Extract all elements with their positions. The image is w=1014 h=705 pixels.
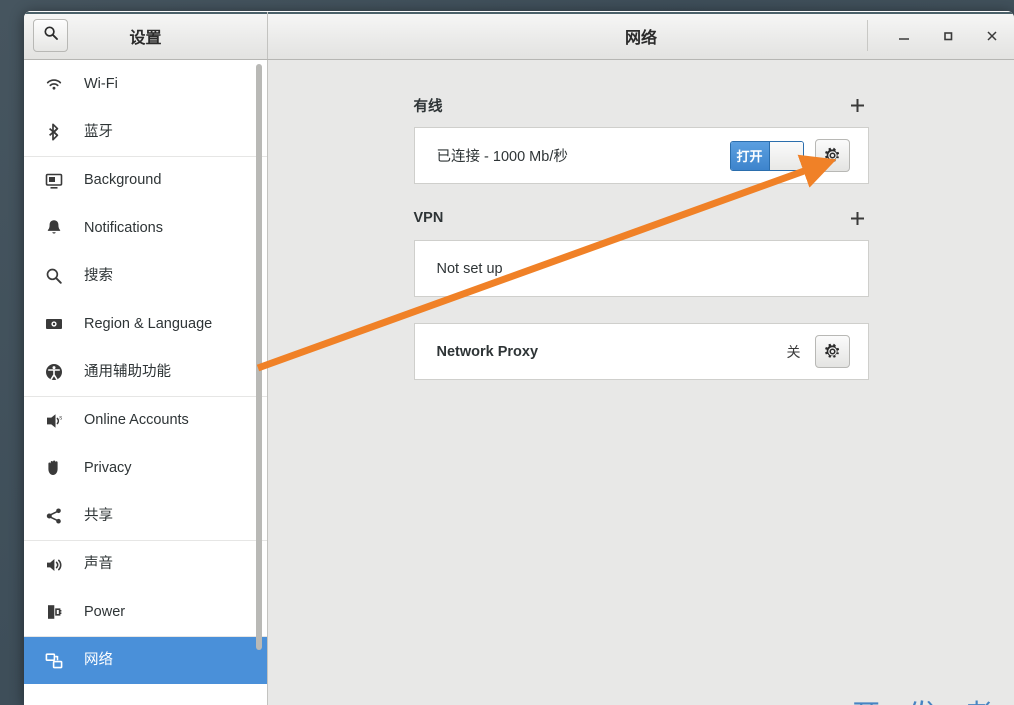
sidebar-item-label: 共享 (84, 507, 113, 524)
minimize-button[interactable] (882, 21, 926, 51)
sidebar-item-label: Background (84, 172, 162, 189)
sidebar-item-label: 蓝牙 (84, 123, 113, 140)
minimize-icon (899, 37, 909, 40)
bluetooth-icon (43, 122, 65, 142)
sidebar-item-[interactable]: 声音 (24, 540, 267, 588)
background-icon (43, 171, 65, 191)
sidebar-list: Wi-Fi 蓝牙 Background Notifications 搜索 Region &… (24, 60, 267, 684)
sidebar-item-label: 网络 (84, 652, 113, 669)
search-icon (43, 266, 65, 286)
sidebar-item-notifications[interactable]: Notifications (24, 204, 267, 252)
sidebar-item-label: Privacy (84, 459, 132, 476)
titlebar-right-pane: 网络 (268, 12, 1014, 59)
sidebar-item-background[interactable]: Background (24, 156, 267, 204)
wired-toggle[interactable]: 打开 (729, 140, 804, 171)
window-controls (867, 20, 1014, 51)
content-area: 有线 已连接 - 1000 Mb/秒 打开 VPN Not set up Net… (268, 60, 1014, 705)
wired-section-header: 有线 (414, 95, 869, 115)
plus-icon (851, 211, 864, 225)
sidebar-item-power[interactable]: Power (24, 588, 267, 636)
sidebar-item-online-accounts[interactable]: s Online Accounts (24, 396, 267, 444)
vpn-status-label: Not set up (436, 260, 503, 277)
settings-window: 设置 网络 Wi-Fi 蓝牙 Background Notifications … (24, 11, 1014, 705)
accessibility-icon (43, 362, 65, 382)
watermark-developer-cn: 开 发 者 (852, 692, 1002, 705)
flag-icon (43, 314, 65, 334)
sidebar: Wi-Fi 蓝牙 Background Notifications 搜索 Region &… (24, 60, 268, 705)
add-vpn-button[interactable] (847, 207, 869, 229)
sidebar-scrollbar[interactable] (256, 64, 262, 650)
gear-icon (824, 343, 839, 358)
share-icon (43, 506, 65, 526)
plus-icon (851, 98, 864, 112)
sidebar-item-[interactable]: 共享 (24, 492, 267, 540)
hand-icon (43, 458, 65, 478)
sidebar-item-label: Online Accounts (84, 412, 189, 429)
wired-section-title: 有线 (413, 98, 443, 115)
sidebar-item-[interactable]: 网络 (24, 636, 267, 684)
sidebar-item-[interactable]: 通用辅助功能 (24, 348, 267, 396)
online-accounts-icon: s (43, 411, 65, 431)
sidebar-item-label: 搜索 (84, 267, 113, 284)
search-button[interactable] (33, 19, 68, 52)
sidebar-item-[interactable]: 搜索 (24, 252, 267, 300)
svg-text:s: s (59, 415, 62, 421)
sidebar-item-[interactable]: 蓝牙 (24, 108, 267, 156)
sidebar-item-label: 声音 (84, 556, 113, 573)
search-icon (43, 25, 59, 46)
sidebar-item-label: Notifications (84, 219, 163, 236)
sidebar-item-label: Power (84, 603, 126, 620)
titlebar-left-pane: 设置 (24, 12, 268, 59)
wired-connection-row: 已连接 - 1000 Mb/秒 打开 (413, 127, 869, 184)
network-proxy-label: Network Proxy (436, 343, 539, 360)
window-body: Wi-Fi 蓝牙 Background Notifications 搜索 Region &… (24, 60, 1014, 705)
wired-status-label: 已连接 - 1000 Mb/秒 (436, 149, 568, 165)
wifi-icon (43, 74, 65, 94)
bell-icon (43, 218, 65, 238)
sidebar-item-region-language[interactable]: Region & Language (24, 300, 267, 348)
add-wired-button[interactable] (847, 94, 869, 116)
wired-toggle-on-label: 打开 (730, 141, 769, 170)
title-bar: 设置 网络 (24, 11, 1014, 60)
sidebar-item-label: 通用辅助功能 (84, 363, 171, 380)
network-proxy-state: 关 (786, 343, 801, 360)
sound-icon (43, 555, 65, 575)
gear-icon (824, 147, 839, 162)
sidebar-item-privacy[interactable]: Privacy (24, 444, 267, 492)
maximize-icon (944, 31, 953, 40)
vpn-section-title: VPN (413, 210, 444, 226)
sidebar-item-wi-fi[interactable]: Wi-Fi (24, 60, 267, 108)
network-proxy-row: Network Proxy 关 (413, 323, 869, 380)
vpn-section-header: VPN (414, 208, 869, 228)
vpn-row[interactable]: Not set up (413, 240, 869, 297)
network-icon (43, 651, 65, 671)
maximize-button[interactable] (926, 21, 970, 51)
network-proxy-settings-button[interactable] (814, 335, 850, 368)
close-icon (987, 30, 997, 41)
network-panel: 有线 已连接 - 1000 Mb/秒 打开 VPN Not set up Net… (413, 95, 869, 380)
sidebar-item-label: Region & Language (84, 315, 213, 332)
power-icon (43, 602, 65, 622)
wired-settings-button[interactable] (814, 139, 850, 172)
sidebar-item-label: Wi-Fi (84, 75, 118, 92)
close-button[interactable] (970, 21, 1014, 51)
wired-toggle-knob (768, 141, 803, 170)
